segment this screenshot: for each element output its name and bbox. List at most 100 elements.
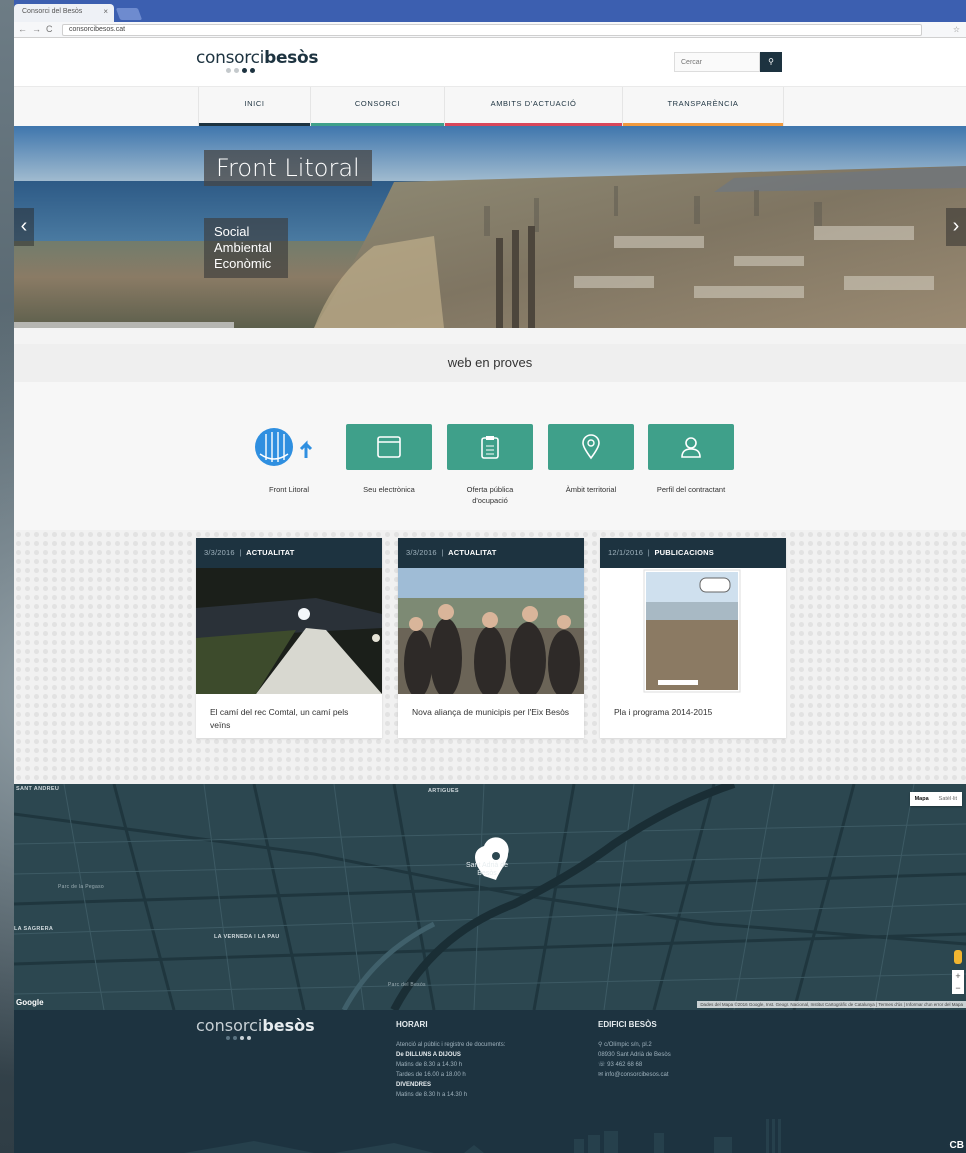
map-zoom-control[interactable]: + − — [952, 970, 964, 994]
footer-hours: HORARI Atenció al públic i registre de d… — [396, 1020, 505, 1100]
front-litoral-logo-icon — [246, 424, 332, 470]
phone-icon: ☏ — [598, 1062, 608, 1068]
map-label: Parc del Besòs — [388, 982, 426, 988]
news-card-header: 12/1/2016 | PUBLICACIONS — [600, 538, 786, 568]
hero-subtitle: Social Ambiental Econòmic — [204, 218, 288, 278]
quick-link-seu-electronica[interactable]: Seu electrònica — [346, 424, 432, 495]
map-label: ARTIGUES — [428, 788, 459, 794]
tab-close-icon[interactable]: × — [103, 7, 108, 16]
street-view-pegman-icon[interactable] — [954, 950, 962, 964]
hero-line: Ambiental — [214, 240, 272, 255]
footer-text: Tardes de 16.00 a 18.00 h — [396, 1072, 466, 1078]
zoom-out-button[interactable]: − — [952, 982, 964, 994]
news-card-header: 3/3/2016 | ACTUALITAT — [398, 538, 584, 568]
news-card[interactable]: 3/3/2016 | ACTUALITAT Nova aliança de mu… — [398, 538, 584, 738]
news-category: ACTUALITAT — [246, 548, 295, 557]
email-link[interactable]: info@consorcibesos.cat — [605, 1072, 669, 1078]
chevron-left-icon: ‹ — [20, 215, 28, 237]
corner-badge: CB — [949, 1140, 964, 1151]
map-toggle-map[interactable]: Mapa — [910, 792, 934, 806]
quick-link-perfil-contractant[interactable]: Perfil del contractant — [648, 424, 734, 495]
bookmark-star-icon[interactable]: ☆ — [953, 25, 960, 34]
footer-text: Matins de 8.30 a 14.30 h — [396, 1062, 463, 1068]
map-label: SANT ANDREU — [16, 786, 60, 792]
news-date: 3/3/2016 — [204, 548, 235, 557]
news-image — [398, 568, 584, 694]
browser-window-icon — [346, 424, 432, 470]
hero-slider: Front Litoral Social Ambiental Econòmic … — [14, 126, 966, 328]
news-title[interactable]: Nova aliança de municipis per l'Eix Besò… — [398, 694, 584, 731]
logo-text-bold: besòs — [262, 1016, 315, 1035]
chevron-right-icon: › — [952, 215, 960, 237]
footer-text: ⚲ c/Olímpic s/n, pl.2 — [598, 1040, 671, 1050]
hero-line: Econòmic — [214, 256, 272, 271]
quick-link-label: Seu electrònica — [363, 485, 415, 494]
back-arrow-icon[interactable]: ← — [18, 24, 27, 34]
hero-title: Front Litoral — [204, 150, 372, 186]
browser-tab[interactable]: Consorci del Besòs × — [14, 4, 114, 22]
map-label: LA VERNEDA I LA PAU — [214, 934, 280, 940]
map-type-toggle[interactable]: Mapa Satèl·lit — [909, 792, 962, 806]
footer-text: Matins de 8.30 h a 14.30 h — [396, 1092, 468, 1098]
search-input[interactable] — [674, 52, 760, 72]
news-date: 12/1/2016 — [608, 548, 644, 557]
reload-icon[interactable]: C — [46, 24, 53, 34]
news-title[interactable]: El camí del rec Comtal, un camí pels veï… — [196, 694, 382, 744]
publication-cover — [600, 568, 786, 694]
slider-prev-button[interactable]: ‹ — [14, 208, 34, 246]
url-input[interactable]: consorcibesos.cat — [62, 24, 922, 36]
news-image — [196, 568, 382, 694]
news-card[interactable]: 3/3/2016 | ACTUALITAT El camí del rec Co… — [196, 538, 382, 738]
quick-link-oferta-publica[interactable]: Oferta pública d'ocupació — [447, 424, 533, 506]
map-label: Parc de la Pegaso — [58, 884, 104, 890]
map-tiles — [14, 784, 966, 1010]
main-nav: INICI CONSORCI AMBITS D'ACTUACIÓ TRANSPA… — [14, 86, 966, 127]
browser-window: Consorci del Besòs × ← → C consorcibesos… — [14, 0, 966, 1153]
phone-number: 93 462 68 68 — [607, 1062, 643, 1068]
footer-heading: EDIFICI BESÒS — [598, 1020, 657, 1029]
map-label: LA SAGRERA — [14, 926, 54, 932]
nav-item-transparencia[interactable]: TRANSPARÈNCIA — [622, 87, 784, 127]
new-tab-button[interactable] — [115, 8, 143, 20]
quick-link-front-litoral[interactable]: Front Litoral — [246, 424, 332, 495]
quick-link-ambit-territorial[interactable]: Àmbit territorial — [548, 424, 634, 495]
quick-link-label: Front Litoral — [268, 485, 310, 494]
news-date: 3/3/2016 — [406, 548, 437, 557]
zoom-in-button[interactable]: + — [952, 970, 964, 982]
logo-text-light: consorci — [196, 48, 265, 68]
map-attribution[interactable]: Dades del Mapa ©2016 Google, Inst. Geogr… — [697, 1001, 966, 1008]
nav-item-inici[interactable]: INICI — [198, 87, 310, 127]
news-category: PUBLICACIONS — [654, 548, 714, 557]
user-icon — [648, 424, 734, 470]
envelope-icon: ✉ — [598, 1072, 605, 1078]
news-card-header: 3/3/2016 | ACTUALITAT — [196, 538, 382, 568]
footer-logo[interactable]: consorcibesòs — [196, 1016, 315, 1035]
nav-label: TRANSPARÈNCIA — [667, 99, 739, 108]
google-logo: Google — [16, 998, 44, 1007]
nav-item-ambits[interactable]: AMBITS D'ACTUACIÓ — [444, 87, 622, 127]
slider-next-button[interactable]: › — [946, 208, 966, 246]
news-card[interactable]: 12/1/2016 | PUBLICACIONS Pla i programa … — [600, 538, 786, 738]
location-map[interactable]: Mapa Satèl·lit SANT ANDREU ARTIGUES LA V… — [14, 784, 966, 1010]
footer-text: DIVENDRES — [396, 1082, 432, 1088]
footer-text: De DILLUNS A DIJOUS — [396, 1052, 461, 1058]
hero-image — [14, 126, 966, 328]
logo-dots — [226, 1036, 251, 1040]
quick-link-label: Oferta pública d'ocupació — [466, 485, 514, 505]
map-toggle-satellite[interactable]: Satèl·lit — [934, 792, 962, 806]
news-category: ACTUALITAT — [448, 548, 497, 557]
browser-tab-bar: Consorci del Besòs × — [14, 0, 966, 22]
separator: | — [647, 548, 650, 557]
footer-email[interactable]: ✉ info@consorcibesos.cat — [598, 1070, 671, 1080]
news-title[interactable]: Pla i programa 2014-2015 — [600, 694, 786, 731]
site-header: consorcibesòs ⚲ — [14, 38, 966, 86]
quick-links: Front Litoral Seu electrònica Oferta púb… — [14, 382, 966, 530]
site-footer: consorcibesòs HORARI Atenció al públic i… — [14, 1010, 966, 1153]
site-logo[interactable]: consorcibesòs — [196, 48, 319, 68]
nav-label: CONSORCI — [354, 99, 401, 108]
forward-arrow-icon[interactable]: → — [32, 24, 41, 34]
quick-link-label: Perfil del contractant — [656, 485, 726, 494]
search-button[interactable]: ⚲ — [760, 52, 782, 72]
nav-item-consorci[interactable]: CONSORCI — [310, 87, 444, 127]
test-banner: web en proves — [14, 344, 966, 382]
